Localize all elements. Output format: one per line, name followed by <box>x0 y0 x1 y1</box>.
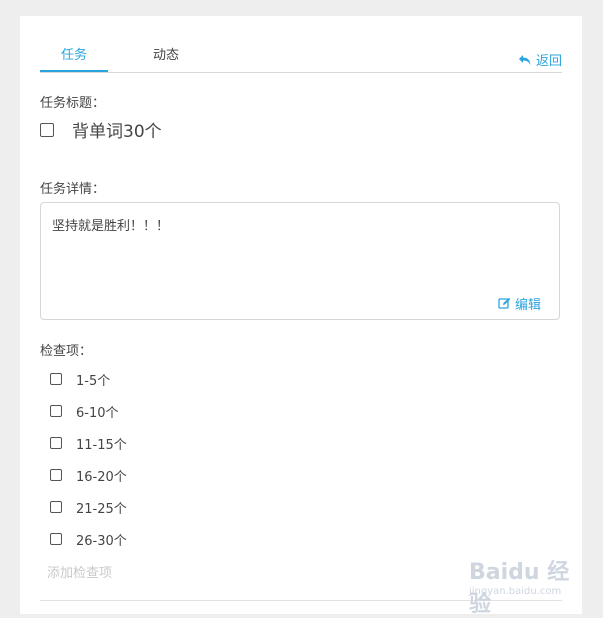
add-checklist-item-input[interactable]: 添加检查项 <box>47 562 112 581</box>
reply-icon <box>518 54 531 65</box>
task-detail-text: 坚持就是胜利！！！ <box>52 219 170 234</box>
edit-label: 编辑 <box>514 298 541 313</box>
checklist-item: 26-30个 <box>50 523 127 555</box>
checklist-item: 21-25个 <box>50 491 127 523</box>
checklist-item-checkbox[interactable] <box>50 469 62 481</box>
checklist-item-text: 16-20个 <box>76 469 127 485</box>
checklist-item: 6-10个 <box>50 395 127 427</box>
checklist-item-checkbox[interactable] <box>50 437 62 449</box>
watermark-url: jingyan.baidu.com <box>469 586 562 597</box>
task-panel: 任务 动态 返回 任务标题： 背单词30个 任务详情： 坚持就是胜利！！！ 编辑… <box>20 16 582 614</box>
edit-icon <box>498 297 511 309</box>
task-detail-label: 任务详情： <box>40 182 106 197</box>
checklist-item-text: 21-25个 <box>76 501 127 517</box>
checklist-item-text: 1-5个 <box>76 373 111 389</box>
task-title-label: 任务标题： <box>40 96 106 111</box>
checklist-item-text: 6-10个 <box>76 405 119 421</box>
checklist-item: 11-15个 <box>50 427 127 459</box>
checklist-item-checkbox[interactable] <box>50 373 62 385</box>
task-title-text[interactable]: 背单词30个 <box>72 117 162 142</box>
checklist-item-text: 26-30个 <box>76 533 127 549</box>
checklist-item-text: 11-15个 <box>76 437 127 453</box>
back-label: 返回 <box>535 54 562 69</box>
back-button[interactable]: 返回 <box>518 50 562 69</box>
tab-activity[interactable]: 动态 <box>132 46 200 72</box>
checklist-label: 检查项： <box>40 344 93 359</box>
task-title-row: 背单词30个 <box>40 117 162 142</box>
checklist: 1-5个 6-10个 11-15个 16-20个 21-25个 26-30个 <box>50 371 127 563</box>
checklist-item-checkbox[interactable] <box>50 533 62 545</box>
edit-button[interactable]: 编辑 <box>498 294 541 313</box>
tab-task[interactable]: 任务 <box>40 46 108 72</box>
tab-bar: 任务 动态 <box>40 46 562 73</box>
checklist-item-checkbox[interactable] <box>50 501 62 513</box>
checklist-item-checkbox[interactable] <box>50 405 62 417</box>
watermark-logo: Baidu 经验 jingyan.baidu.com <box>469 554 589 617</box>
task-detail-box[interactable]: 坚持就是胜利！！！ 编辑 <box>40 202 560 320</box>
task-complete-checkbox[interactable] <box>40 122 54 137</box>
checklist-item: 16-20个 <box>50 459 127 491</box>
checklist-item: 1-5个 <box>50 363 127 395</box>
